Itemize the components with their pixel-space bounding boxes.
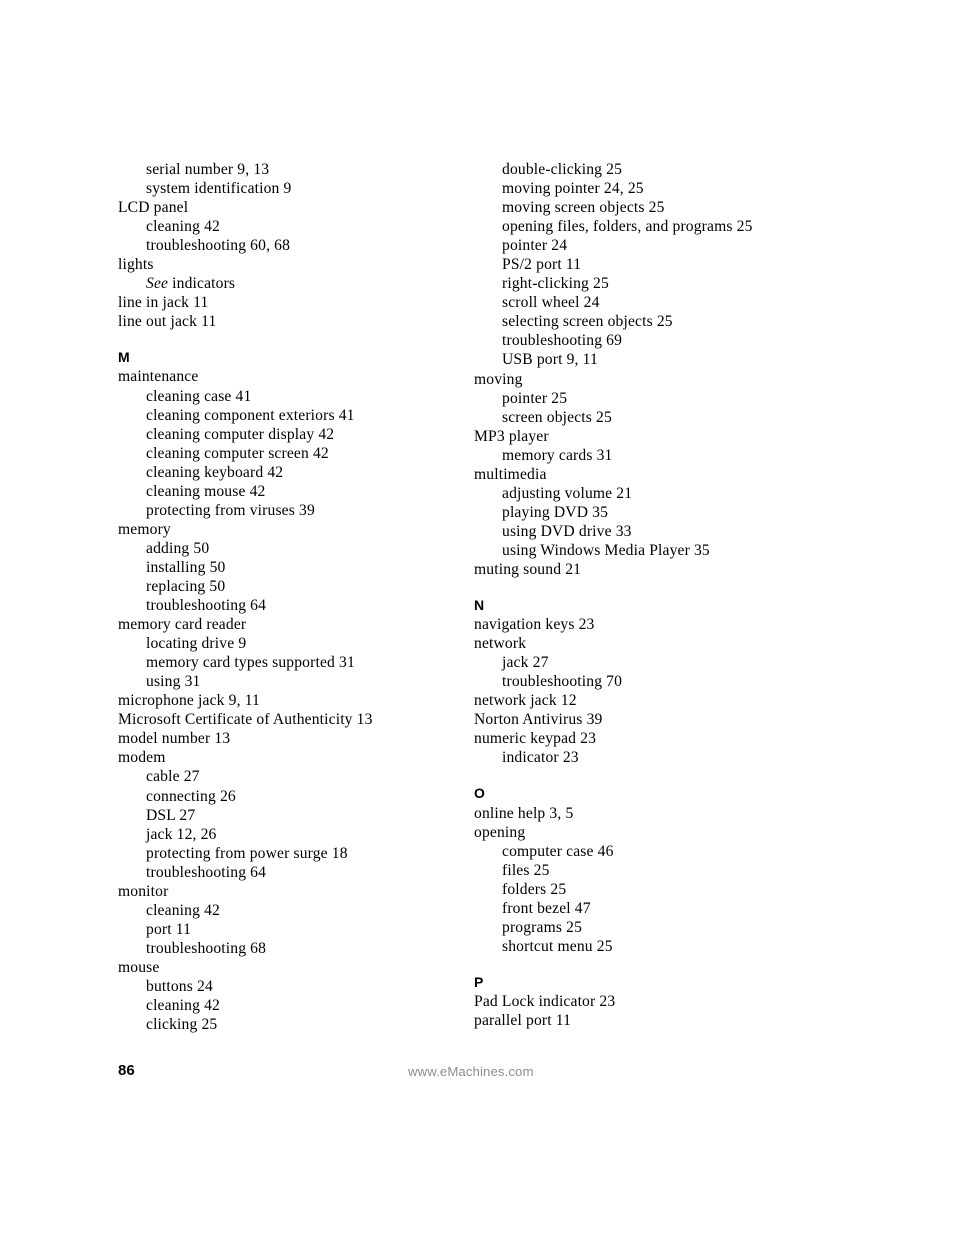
index-subentry: system identification 9: [146, 180, 292, 198]
index-subentry: selecting screen objects 25: [502, 313, 673, 331]
index-subentry: protecting from power surge 18: [146, 844, 348, 862]
index-subentry: troubleshooting 64: [146, 597, 267, 615]
index-subentry: using 31: [146, 673, 201, 691]
index-subentry: port 11: [146, 920, 192, 938]
index-subentry: indicator 23: [502, 749, 579, 767]
index-subentry: folders 25: [502, 880, 567, 898]
index-entry: navigation keys 23: [474, 616, 595, 634]
index-subentry: double-clicking 25: [502, 161, 623, 178]
index-subentry: pointer 25: [502, 389, 568, 407]
index-subentry: See indicators: [146, 275, 236, 293]
index-columns: serial number 9, 13 system identification…: [118, 160, 838, 1034]
index-subentry: troubleshooting 68: [146, 939, 267, 957]
index-subentry: installing 50: [146, 558, 226, 576]
index-subentry: PS/2 port 11: [502, 256, 582, 274]
index-subentry: cleaning case 41: [146, 387, 252, 405]
index-subentry: scroll wheel 24: [502, 294, 600, 312]
index-subentry: replacing 50: [146, 577, 226, 595]
section-heading-n: N: [474, 597, 485, 614]
index-entry: microphone jack 9, 11: [118, 692, 261, 710]
index-entry: LCD panel: [118, 199, 189, 217]
index-entry: numeric keypad 23: [474, 730, 597, 748]
index-subentry: troubleshooting 70: [502, 673, 623, 691]
right-column: double-clicking 25 moving pointer 24, 25 m…: [474, 160, 830, 1030]
index-subentry: cleaning 42: [146, 901, 220, 919]
page-number: 86: [118, 1062, 135, 1079]
index-entry: moving: [474, 370, 523, 388]
index-entry: opening: [474, 823, 526, 841]
index-subentry: memory cards 31: [502, 446, 613, 464]
index-subentry: locating drive 9: [146, 635, 247, 653]
index-subentry: cable 27: [146, 768, 200, 786]
index-entry: line in jack 11: [118, 294, 209, 312]
index-entry: modem: [118, 749, 166, 767]
index-page: serial number 9, 13 system identification…: [0, 0, 954, 1235]
index-entry: network jack 12: [474, 692, 577, 710]
index-subentry: using DVD drive 33: [502, 522, 632, 540]
index-subentry: moving screen objects 25: [502, 199, 665, 217]
index-entry: memory: [118, 520, 171, 538]
index-subentry: troubleshooting 69: [502, 332, 623, 350]
index-entry: maintenance: [118, 368, 199, 386]
index-subentry: cleaning component exteriors 41: [146, 406, 355, 424]
index-subentry: DSL 27: [146, 806, 196, 824]
index-entry: memory card reader: [118, 616, 247, 634]
section-heading-p: P: [474, 973, 484, 990]
index-subentry: cleaning computer display 42: [146, 425, 335, 443]
index-subentry: cleaning 42: [146, 218, 220, 236]
index-entry: lights: [118, 256, 154, 274]
index-subentry: troubleshooting 64: [146, 863, 267, 881]
index-subentry: playing DVD 35: [502, 503, 609, 521]
index-subentry: adjusting volume 21: [502, 484, 633, 502]
index-entry: Norton Antivirus 39: [474, 711, 603, 729]
index-subentry: cleaning computer screen 42: [146, 444, 329, 462]
index-subentry: buttons 24: [146, 977, 213, 995]
section-heading-m: M: [118, 349, 130, 366]
see-reference: See: [146, 275, 169, 293]
index-subentry: computer case 46: [502, 842, 614, 860]
index-entry: Pad Lock indicator 23: [474, 992, 616, 1010]
footer-url: www.eMachines.com: [408, 1064, 534, 1079]
index-entry: MP3 player: [474, 427, 549, 445]
index-entry: muting sound 21: [474, 560, 582, 578]
index-subentry: cleaning mouse 42: [146, 482, 266, 500]
index-subentry: screen objects 25: [502, 408, 612, 426]
index-subentry: cleaning 42: [146, 997, 220, 1015]
index-subentry: jack 27: [502, 654, 549, 672]
index-entry: monitor: [118, 882, 169, 900]
index-subentry: using Windows Media Player 35: [502, 541, 710, 559]
index-subentry: memory card types supported 31: [146, 654, 355, 672]
index-subentry: programs 25: [502, 918, 583, 936]
index-subentry: files 25: [502, 861, 550, 879]
index-entry: mouse: [118, 958, 160, 976]
index-subentry: protecting from viruses 39: [146, 501, 315, 519]
index-subentry: right-clicking 25: [502, 275, 609, 293]
index-subentry: adding 50: [146, 539, 210, 557]
index-subentry: troubleshooting 60, 68: [146, 237, 291, 255]
index-entry: online help 3, 5: [474, 804, 574, 822]
index-subentry: USB port 9, 11: [502, 351, 598, 369]
index-entry: multimedia: [474, 465, 547, 483]
index-entry: Microsoft Certificate of Authenticity 13: [118, 711, 373, 729]
index-entry: model number 13: [118, 730, 231, 748]
index-subentry: opening files, folders, and programs 25: [502, 218, 753, 236]
index-subentry: cleaning keyboard 42: [146, 463, 284, 481]
index-subentry: pointer 24: [502, 237, 568, 255]
index-subentry: jack 12, 26: [146, 825, 217, 843]
index-subentry: front bezel 47: [502, 899, 591, 917]
index-subentry: connecting 26: [146, 787, 236, 805]
index-subentry: moving pointer 24, 25: [502, 180, 644, 198]
left-column: serial number 9, 13 system identification…: [118, 160, 474, 1034]
index-entry: line out jack 11: [118, 313, 217, 331]
index-entry: network: [474, 635, 527, 653]
index-subentry: shortcut menu 25: [502, 937, 613, 955]
index-subentry: serial number 9, 13: [146, 161, 270, 178]
section-heading-o: O: [474, 785, 485, 802]
index-subentry: clicking 25: [146, 1016, 218, 1034]
page-footer: 86 www.eMachines.com: [118, 1062, 838, 1084]
index-entry: parallel port 11: [474, 1011, 572, 1029]
